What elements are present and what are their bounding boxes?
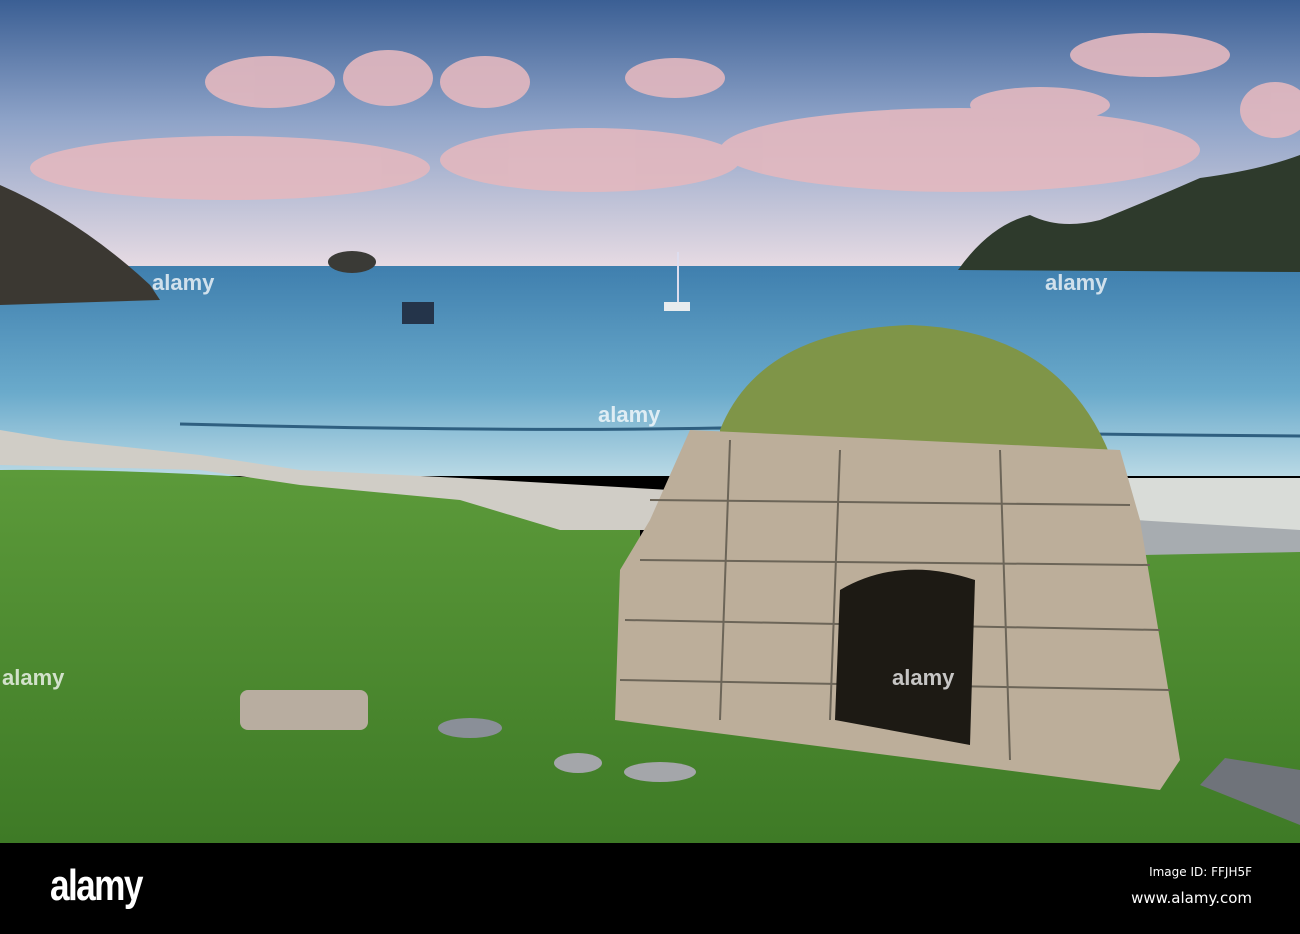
hut-doorway xyxy=(835,569,975,745)
image-id: Image ID: FFJH5F xyxy=(1149,865,1252,879)
watermark-text: alamy xyxy=(598,402,661,427)
stock-photo-page: alamy alamy alamy alamy alamy alamy Imag… xyxy=(0,0,1300,934)
fishing-boat xyxy=(402,302,434,324)
watermark-text: alamy xyxy=(892,665,955,690)
alamy-logo: alamy xyxy=(50,861,143,910)
watermark-text: alamy xyxy=(2,665,65,690)
footer-bar: alamy Image ID: FFJH5F www.alamy.com xyxy=(0,843,1300,934)
website-link[interactable]: www.alamy.com xyxy=(1131,889,1252,907)
watermark-text: alamy xyxy=(152,270,215,295)
sea-stack xyxy=(328,251,376,273)
watermark-text: alamy xyxy=(1045,270,1108,295)
